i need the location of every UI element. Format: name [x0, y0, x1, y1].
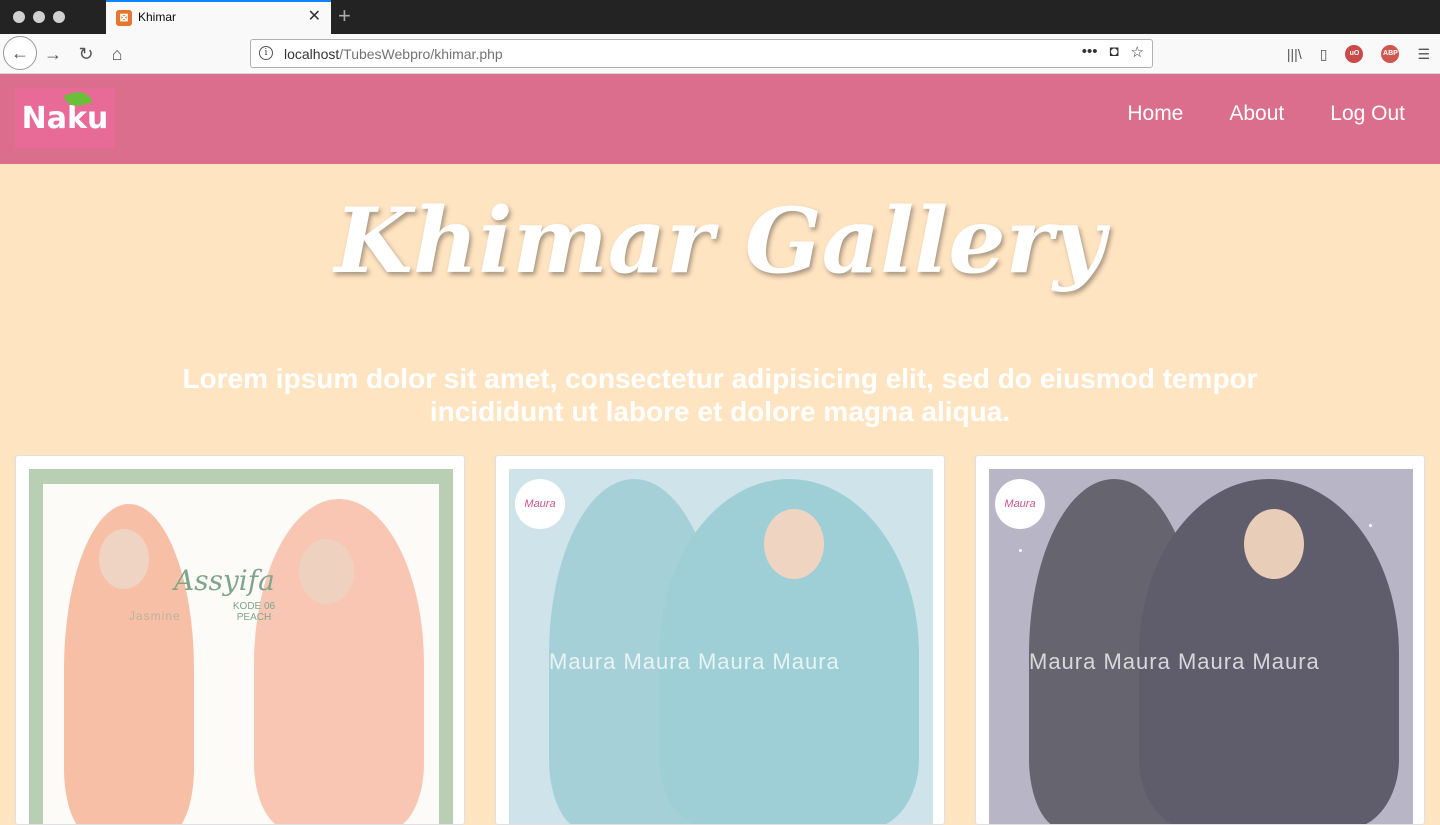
page-title: Khimar Gallery	[334, 188, 1106, 294]
site-nav: Home About Log Out	[1127, 74, 1405, 154]
decor-dot	[1369, 524, 1372, 527]
nav-about-link[interactable]: About	[1229, 102, 1284, 126]
window-close-dot[interactable]	[13, 11, 25, 23]
brand-badge: Maura	[995, 479, 1045, 529]
product-watermark: Maura Maura Maura Maura	[549, 649, 840, 674]
product-card[interactable]: Assyifa KODE 06 PEACH Jasmine	[15, 455, 465, 825]
tab-title: Khimar	[138, 10, 177, 24]
new-tab-icon[interactable]: +	[338, 4, 351, 28]
bookmark-star-icon[interactable]: ☆	[1131, 43, 1144, 61]
product-card[interactable]: Maura Maura Maura Maura Maura	[975, 455, 1425, 825]
page-subtitle: Lorem ipsum dolor sit amet, consectetur …	[182, 363, 1258, 427]
product-gallery: Assyifa KODE 06 PEACH Jasmine Maura Maur…	[15, 455, 1425, 825]
product-card[interactable]: Maura Maura Maura Maura Maura	[495, 455, 945, 825]
site-header: Naku Home About Log Out	[0, 74, 1440, 164]
url-bar[interactable]: i localhost/TubesWebpro/khimar.php ••• ◘…	[250, 39, 1153, 68]
pocket-icon[interactable]: ◘	[1109, 43, 1118, 61]
product-code: KODE 06	[232, 601, 276, 612]
page-actions-icon[interactable]: •••	[1082, 43, 1098, 61]
ublock-icon[interactable]: uO	[1345, 45, 1364, 63]
forward-arrow-icon[interactable]: →	[42, 34, 64, 74]
model-face	[1244, 509, 1304, 579]
model-face	[299, 539, 354, 604]
logo-text: Naku	[21, 100, 109, 136]
product-image[interactable]: Maura Maura Maura Maura Maura	[989, 469, 1413, 824]
adblock-plus-icon[interactable]: ABP	[1381, 45, 1400, 63]
decor-dot	[1019, 549, 1022, 552]
menu-hamburger-icon[interactable]: ☰	[1417, 46, 1430, 63]
product-image[interactable]: Assyifa KODE 06 PEACH Jasmine	[29, 469, 453, 824]
reload-icon[interactable]: ↻	[75, 34, 97, 74]
product-image[interactable]: Maura Maura Maura Maura Maura	[509, 469, 933, 824]
browser-toolbar: ← → ↻ ⌂ i localhost/TubesWebpro/khimar.p…	[0, 34, 1440, 74]
url-host: localhost	[284, 46, 340, 62]
brand-badge: Maura	[515, 479, 565, 529]
site-logo[interactable]: Naku	[15, 88, 115, 148]
site-info-icon[interactable]: i	[259, 46, 273, 60]
url-path: /TubesWebpro/khimar.php	[339, 46, 503, 62]
product-watermark: Maura Maura Maura Maura	[1029, 649, 1320, 674]
tab-close-icon[interactable]: ✕	[308, 7, 321, 27]
product-color-name: PEACH	[236, 612, 272, 623]
xampp-favicon-icon: ⊠	[116, 10, 132, 26]
back-arrow-icon[interactable]: ←	[3, 36, 37, 70]
nav-logout-link[interactable]: Log Out	[1330, 102, 1405, 126]
product-brand: Assyifa	[174, 564, 275, 597]
nav-home-link[interactable]: Home	[1127, 102, 1183, 126]
home-icon[interactable]: ⌂	[106, 34, 128, 74]
sidebar-icon[interactable]: ▯	[1320, 46, 1328, 63]
model-face	[99, 529, 149, 589]
browser-tab[interactable]: ⊠ Khimar ✕	[106, 0, 331, 34]
browser-tab-bar: ⊠ Khimar ✕ +	[0, 0, 1440, 34]
url-text[interactable]: localhost/TubesWebpro/khimar.php	[284, 46, 503, 62]
library-icon[interactable]: |||\	[1287, 46, 1302, 62]
window-minimize-dot[interactable]	[33, 11, 45, 23]
model-face	[764, 509, 824, 579]
window-maximize-dot[interactable]	[53, 11, 65, 23]
product-watermark: Jasmine	[129, 609, 181, 623]
